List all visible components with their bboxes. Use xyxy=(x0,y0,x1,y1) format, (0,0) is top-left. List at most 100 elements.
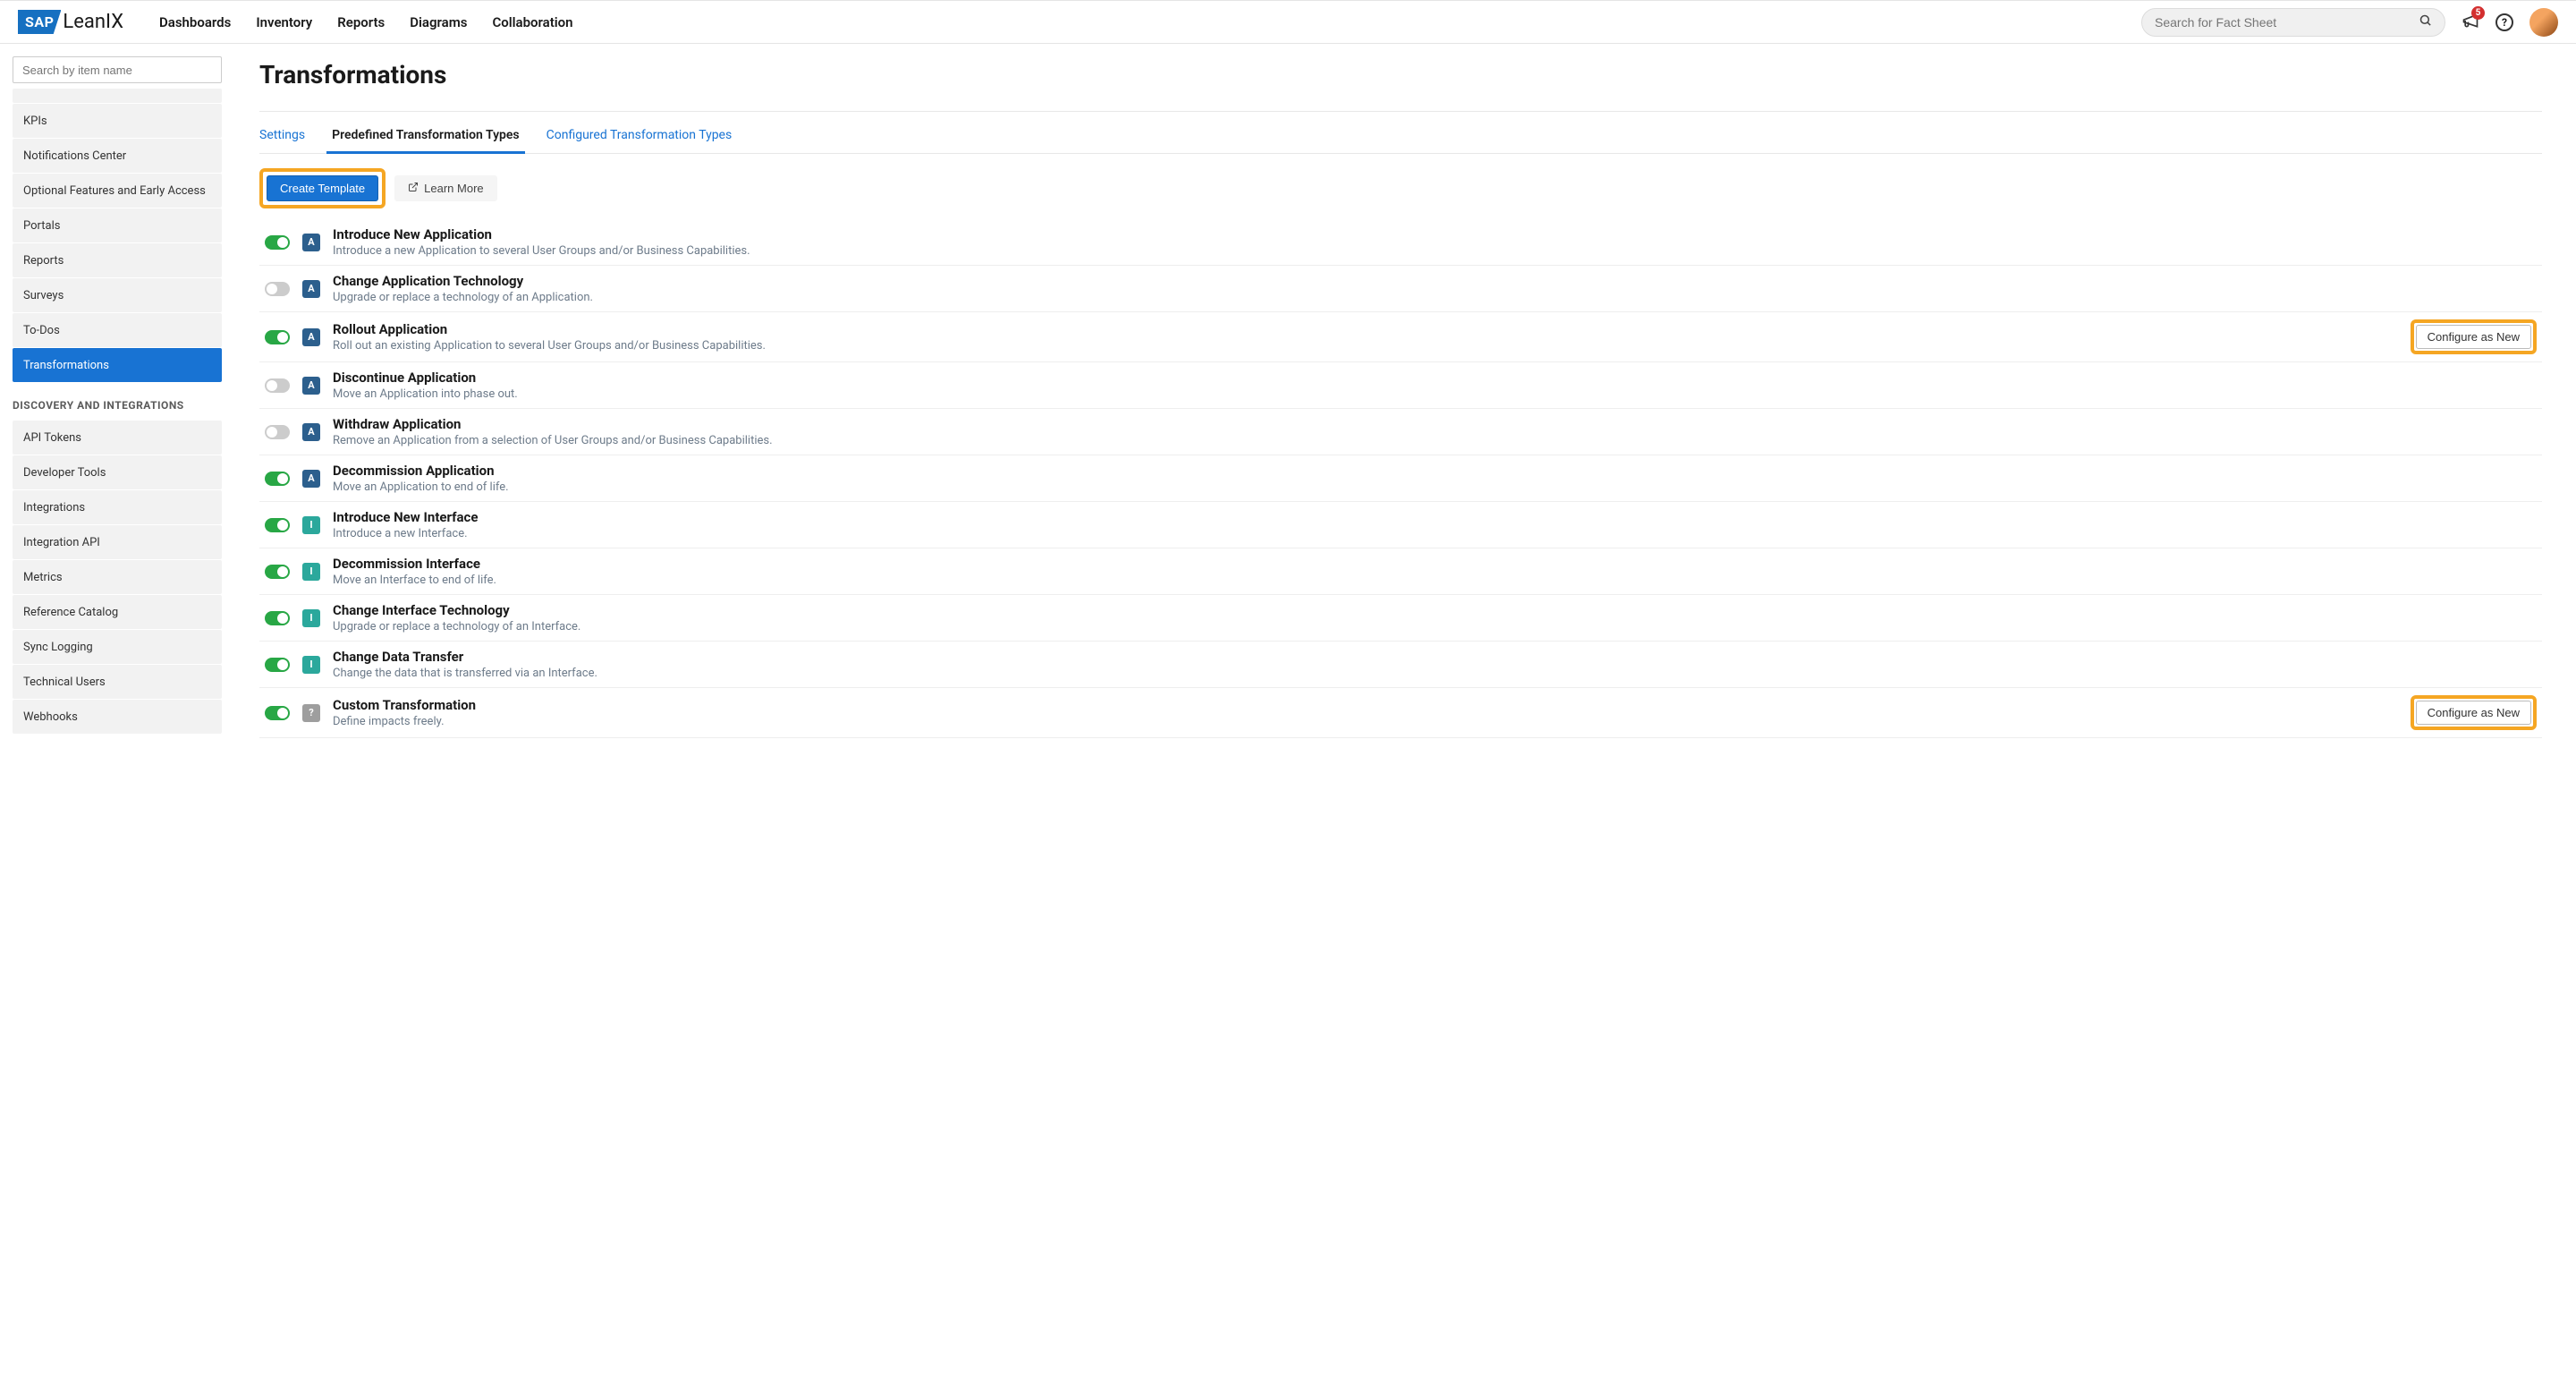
sidebar-item-surveys[interactable]: Surveys xyxy=(13,278,222,312)
sidebar-item-to-dos[interactable]: To-Dos xyxy=(13,313,222,347)
configure-as-new-button[interactable]: Configure as New xyxy=(2416,701,2531,725)
row-title: Decommission Application xyxy=(333,463,2537,479)
transformation-row: IChange Data TransferChange the data tha… xyxy=(259,642,2542,688)
row-title: Rollout Application xyxy=(333,321,2398,337)
transformation-row: IIntroduce New InterfaceIntroduce a new … xyxy=(259,502,2542,548)
tab-configured[interactable]: Configured Transformation Types xyxy=(547,128,733,153)
row-title: Introduce New Interface xyxy=(333,509,2537,525)
sidebar-item-integration-api[interactable]: Integration API xyxy=(13,525,222,559)
type-badge: A xyxy=(302,377,320,395)
sidebar-item-transformations[interactable]: Transformations xyxy=(13,348,222,382)
type-badge: I xyxy=(302,563,320,581)
learn-more-button[interactable]: Learn More xyxy=(394,175,496,201)
sidebar-item-webhooks[interactable]: Webhooks xyxy=(13,700,222,734)
create-template-button[interactable]: Create Template xyxy=(267,175,378,201)
transformation-row: IChange Interface TechnologyUpgrade or r… xyxy=(259,595,2542,642)
transformation-row: A Rollout Application Roll out an existing… xyxy=(259,312,2542,362)
global-search[interactable] xyxy=(2141,8,2445,37)
sidebar-item-developer-tools[interactable]: Developer Tools xyxy=(13,455,222,489)
notification-badge: 5 xyxy=(2471,6,2485,20)
transformation-row: A Introduce New Application Introduce a ne… xyxy=(259,219,2542,266)
highlight-configure: Configure as New xyxy=(2411,319,2537,354)
tab-predefined[interactable]: Predefined Transformation Types xyxy=(332,128,520,153)
sidebar-search-input[interactable] xyxy=(13,56,222,83)
sidebar-item-metrics[interactable]: Metrics xyxy=(13,560,222,594)
sidebar-item-integrations[interactable]: Integrations xyxy=(13,490,222,524)
row-text: Decommission ApplicationMove an Applicat… xyxy=(333,463,2537,494)
transformation-row: A Withdraw Application Remove an Applicati… xyxy=(259,409,2542,455)
row-title: Introduce New Application xyxy=(333,226,2537,242)
sidebar-item-technical-users[interactable]: Technical Users xyxy=(13,665,222,699)
type-badge: A xyxy=(302,328,320,346)
transformation-row: ADecommission ApplicationMove an Applica… xyxy=(259,455,2542,502)
notifications-button[interactable]: 5 xyxy=(2462,12,2479,33)
row-title: Discontinue Application xyxy=(333,370,2537,386)
tabs: Settings Predefined Transformation Types… xyxy=(259,128,2542,154)
row-description: Remove an Application from a selection o… xyxy=(333,434,2537,447)
enable-toggle[interactable] xyxy=(265,378,290,393)
sidebar-item-portals[interactable]: Portals xyxy=(13,208,222,242)
row-title: Change Application Technology xyxy=(333,273,2537,289)
enable-toggle[interactable] xyxy=(265,235,290,250)
row-description: Move an Application into phase out. xyxy=(333,387,2537,401)
type-badge: ? xyxy=(302,704,320,722)
sidebar-item-optional-features-and-early-access[interactable]: Optional Features and Early Access xyxy=(13,174,222,208)
enable-toggle[interactable] xyxy=(265,706,290,720)
nav-right: 5 ? xyxy=(2141,8,2558,37)
sidebar-item-kpis[interactable]: KPIs xyxy=(13,104,222,138)
sidebar-item-api-tokens[interactable]: API Tokens xyxy=(13,421,222,455)
row-description: Introduce a new Application to several U… xyxy=(333,244,2537,258)
row-description: Move an Interface to end of life. xyxy=(333,574,2537,587)
row-text: Discontinue ApplicationMove an Applicati… xyxy=(333,370,2537,401)
nav-reports[interactable]: Reports xyxy=(337,14,385,30)
row-description: Roll out an existing Application to seve… xyxy=(333,339,2398,353)
nav-links: Dashboards Inventory Reports Diagrams Co… xyxy=(159,14,573,30)
row-text: Introduce New Application Introduce a new… xyxy=(333,226,2537,258)
row-description: Upgrade or replace a technology of an Ap… xyxy=(333,291,2537,304)
row-action: Configure as New xyxy=(2411,319,2537,354)
row-title: Withdraw Application xyxy=(333,416,2537,432)
type-badge: I xyxy=(302,516,320,534)
sidebar: KPIsNotifications CenterOptional Feature… xyxy=(0,44,234,1393)
help-icon[interactable]: ? xyxy=(2496,13,2513,31)
enable-toggle[interactable] xyxy=(265,472,290,486)
sidebar-item-reports[interactable]: Reports xyxy=(13,243,222,277)
row-text: Change Data TransferChange the data that… xyxy=(333,649,2537,680)
sidebar-item-notifications-center[interactable]: Notifications Center xyxy=(13,139,222,173)
logo[interactable]: SAP LeanIX xyxy=(18,10,123,34)
row-description: Move an Application to end of life. xyxy=(333,480,2537,494)
enable-toggle[interactable] xyxy=(265,658,290,672)
user-avatar[interactable] xyxy=(2529,8,2558,37)
nav-diagrams[interactable]: Diagrams xyxy=(410,14,467,30)
sidebar-item-sync-logging[interactable]: Sync Logging xyxy=(13,630,222,664)
main-content: Transformations Settings Predefined Tran… xyxy=(234,44,2576,1393)
enable-toggle[interactable] xyxy=(265,565,290,579)
nav-collaboration[interactable]: Collaboration xyxy=(492,14,572,30)
row-text: Withdraw Application Remove an Applicatio… xyxy=(333,416,2537,447)
tab-settings[interactable]: Settings xyxy=(259,128,305,153)
highlight-configure: Configure as New xyxy=(2411,695,2537,730)
row-text: Change Interface TechnologyUpgrade or re… xyxy=(333,602,2537,633)
search-icon[interactable] xyxy=(2419,13,2432,30)
global-search-input[interactable] xyxy=(2155,15,2419,30)
row-title: Decommission Interface xyxy=(333,556,2537,572)
enable-toggle[interactable] xyxy=(265,611,290,625)
logo-leanix-text: LeanIX xyxy=(63,11,123,33)
sidebar-item-reference-catalog[interactable]: Reference Catalog xyxy=(13,595,222,629)
configure-as-new-button[interactable]: Configure as New xyxy=(2416,325,2531,349)
action-bar: Create Template Learn More xyxy=(259,168,2542,208)
sidebar-item-truncated[interactable] xyxy=(13,89,222,103)
transformation-row: ?Custom TransformationDefine impacts fre… xyxy=(259,688,2542,738)
row-text: Decommission Interface Move an Interface … xyxy=(333,556,2537,587)
logo-sap-badge: SAP xyxy=(18,10,61,34)
row-text: Change Application Technology Upgrade or … xyxy=(333,273,2537,304)
type-badge: A xyxy=(302,423,320,441)
enable-toggle[interactable] xyxy=(265,518,290,532)
row-description: Upgrade or replace a technology of an In… xyxy=(333,620,2537,633)
type-badge: A xyxy=(302,234,320,251)
enable-toggle[interactable] xyxy=(265,330,290,344)
enable-toggle[interactable] xyxy=(265,425,290,439)
nav-dashboards[interactable]: Dashboards xyxy=(159,14,231,30)
enable-toggle[interactable] xyxy=(265,282,290,296)
nav-inventory[interactable]: Inventory xyxy=(256,14,312,30)
